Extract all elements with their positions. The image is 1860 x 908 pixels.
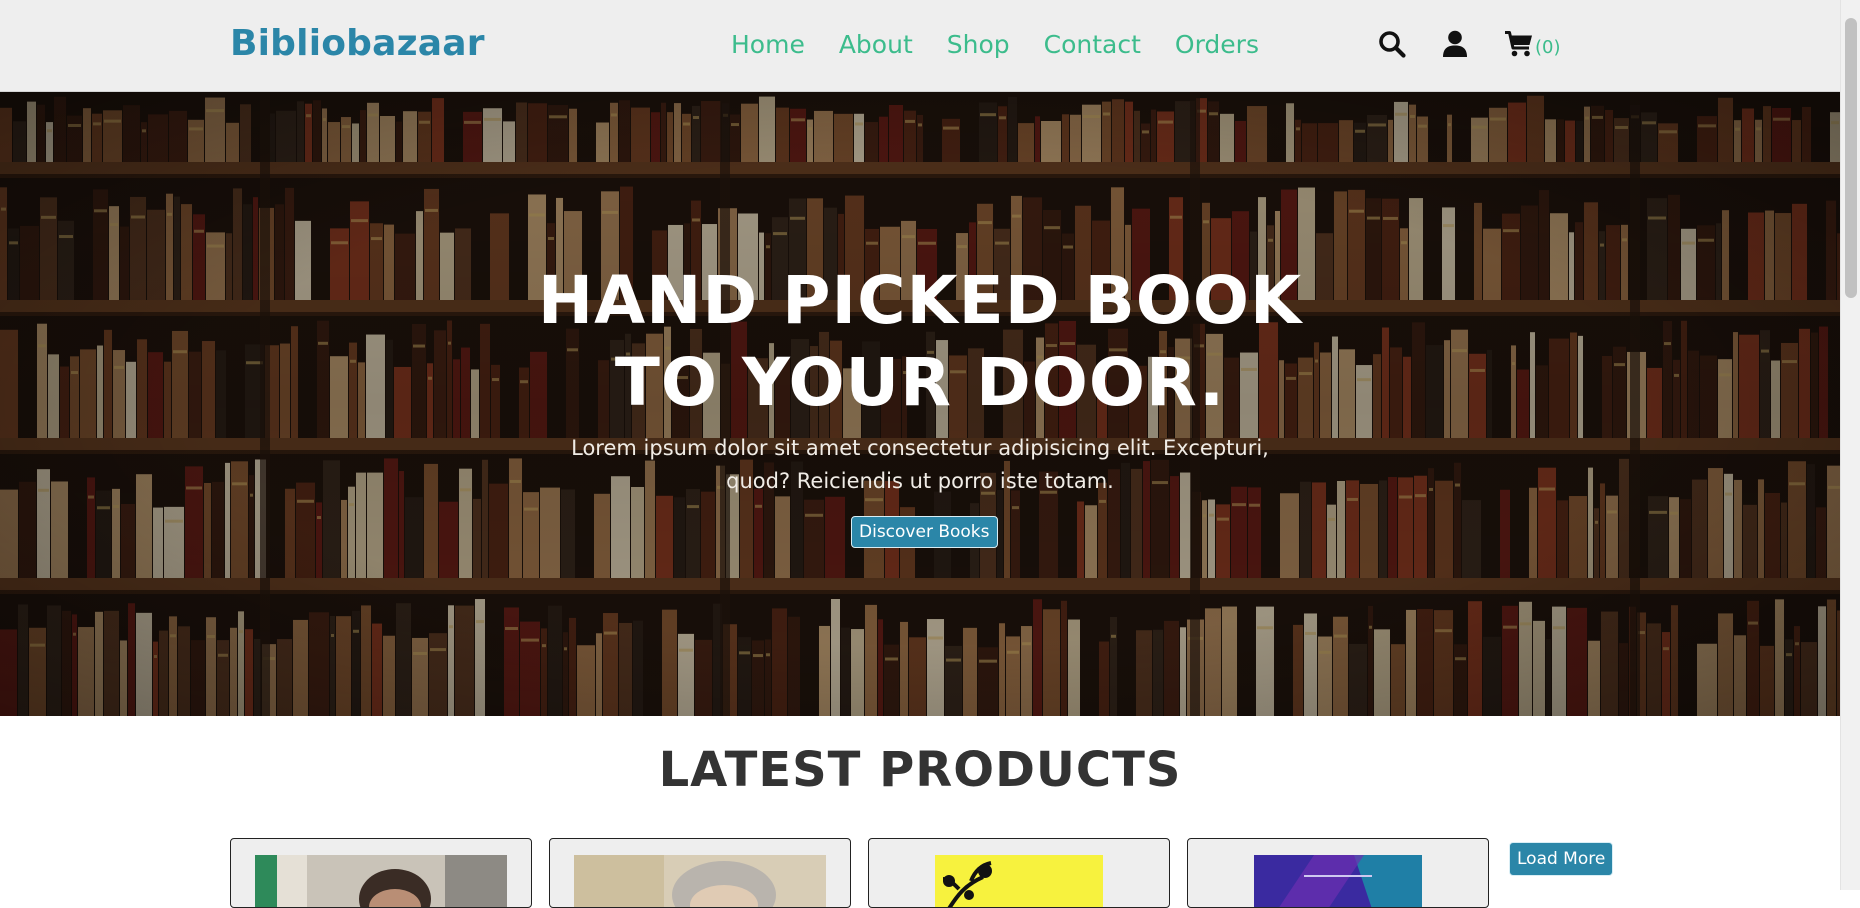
scrollbar-thumb[interactable] [1845,18,1857,298]
nav-contact[interactable]: Contact [1044,30,1141,59]
site-header: Bibliobazaar Home About Shop Contact Ord… [0,0,1840,92]
nav-shop[interactable]: Shop [947,30,1010,59]
product-image [255,855,507,907]
product-card[interactable] [549,838,851,908]
nav-orders[interactable]: Orders [1175,30,1259,59]
hero-title: HAND PICKED BOOK TO YOUR DOOR. [0,260,1840,424]
latest-products-heading: LATEST PRODUCTS [658,742,1182,798]
site-logo[interactable]: Bibliobazaar [230,23,485,64]
hero-banner: HAND PICKED BOOK TO YOUR DOOR. Lorem ips… [0,92,1840,716]
cart-count: (0) [1535,36,1561,58]
product-image [935,855,1103,907]
hero-title-line-2: TO YOUR DOOR. [614,344,1226,421]
header-icons: (0) [1378,30,1561,58]
nav-about[interactable]: About [839,30,913,59]
page-scrollbar[interactable] [1840,0,1860,890]
search-icon[interactable] [1378,30,1406,58]
product-image [574,855,826,907]
product-image [1254,855,1422,907]
cart-icon[interactable]: (0) [1504,30,1561,58]
hero-description-line-1: Lorem ipsum dolor sit amet consectetur a… [571,436,1269,460]
hero-description: Lorem ipsum dolor sit amet consectetur a… [560,432,1280,498]
load-more-button[interactable]: Load More [1509,842,1614,876]
discover-books-button[interactable]: Discover Books [851,516,998,548]
product-card[interactable] [230,838,532,908]
nav-home[interactable]: Home [731,30,805,59]
main-nav: Home About Shop Contact Orders [731,30,1259,59]
hero-description-line-2: quod? Reiciendis ut porro iste totam. [726,469,1114,493]
user-icon[interactable] [1442,30,1468,58]
product-card[interactable] [1187,838,1489,908]
hero-title-line-1: HAND PICKED BOOK [537,262,1303,339]
product-card[interactable] [868,838,1170,908]
